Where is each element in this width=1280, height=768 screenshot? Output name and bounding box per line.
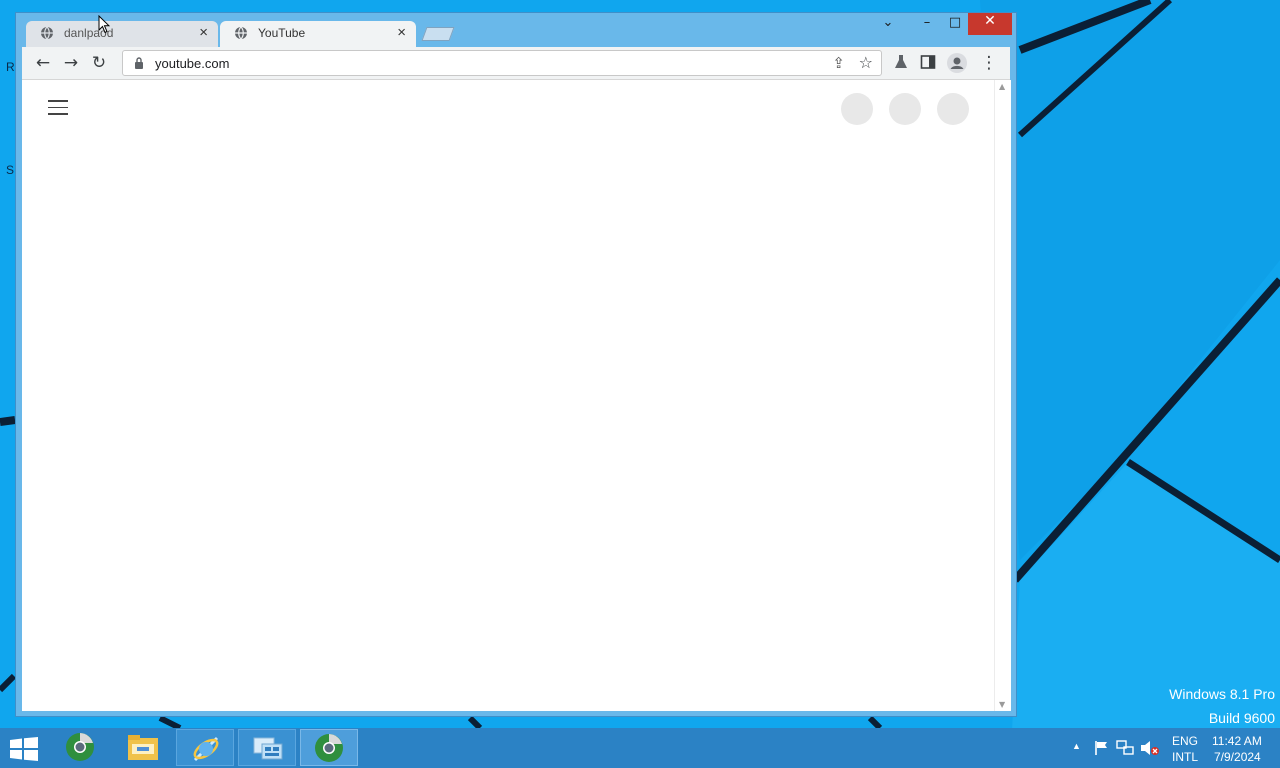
share-icon[interactable]: ⇪ (832, 54, 845, 72)
maximize-button[interactable]: □ (941, 15, 969, 35)
flask-icon[interactable] (892, 53, 910, 71)
taskbar: ▲ ENG INTL 11:42 AM 7/9/2024 (0, 728, 1280, 768)
back-button[interactable]: ← (32, 52, 54, 74)
scroll-down-arrow-icon[interactable]: ▼ (999, 700, 1005, 709)
mouse-cursor-icon (98, 15, 110, 34)
clock-time[interactable]: 11:42 AM (1212, 734, 1262, 748)
loading-placeholder (841, 93, 873, 125)
globe-icon (41, 26, 53, 40)
forward-button[interactable]: → (60, 52, 82, 74)
tab-close-icon[interactable]: × (199, 24, 208, 41)
taskbar-network-settings[interactable] (238, 729, 296, 766)
keyboard-layout-indicator[interactable]: INTL (1172, 750, 1198, 764)
loading-placeholder (937, 93, 969, 125)
tab-label: YouTube (258, 26, 306, 40)
side-panel-icon[interactable] (920, 54, 936, 70)
url-text[interactable]: youtube.com (155, 56, 229, 71)
browser-menu-button[interactable]: ⋮ (978, 52, 1000, 74)
chrome-canary-icon (315, 734, 343, 762)
file-explorer-icon (128, 735, 158, 760)
volume-muted-icon[interactable] (1140, 739, 1160, 757)
new-tab-button[interactable] (421, 27, 455, 41)
language-indicator[interactable]: ENG (1172, 734, 1198, 748)
chrome-icon (66, 733, 94, 761)
taskbar-file-explorer[interactable] (114, 729, 172, 766)
windows-watermark-build: Build 9600 (1208, 710, 1275, 726)
network-settings-icon (253, 737, 283, 760)
tab-youtube[interactable]: YouTube × (220, 21, 416, 47)
vertical-scrollbar[interactable]: ▲ ▼ (994, 80, 1011, 711)
close-window-button[interactable]: ✕ (968, 13, 1012, 35)
address-bar[interactable]: youtube.com ⇪ ☆ (122, 50, 882, 76)
tab-close-icon[interactable]: × (397, 24, 406, 41)
desktop-icon-label-r[interactable]: R (6, 60, 15, 74)
tab-search-chevron-icon[interactable]: ⌄ (878, 15, 898, 35)
menu-icon[interactable] (48, 100, 68, 116)
browser-toolbar: ← → ↻ youtube.com ⇪ ☆ ⋮ (22, 47, 1010, 80)
network-icon[interactable] (1116, 739, 1134, 757)
taskbar-internet-explorer[interactable] (176, 729, 234, 766)
show-hidden-icons-icon[interactable]: ▲ (1072, 741, 1081, 751)
profile-icon[interactable] (946, 52, 968, 74)
lock-icon (135, 57, 143, 69)
taskbar-chrome[interactable] (52, 729, 110, 766)
start-button[interactable] (10, 737, 38, 761)
action-center-flag-icon[interactable] (1094, 740, 1110, 756)
desktop-icon-label-s[interactable]: S (6, 163, 14, 177)
minimize-button[interactable]: – (913, 15, 941, 35)
globe-icon (235, 26, 247, 40)
tab-danlpaod[interactable]: danlpaod × (26, 21, 218, 47)
loading-placeholder (889, 93, 921, 125)
star-icon[interactable]: ☆ (859, 53, 873, 72)
scroll-up-arrow-icon[interactable]: ▲ (999, 82, 1005, 91)
reload-button[interactable]: ↻ (88, 52, 110, 74)
taskbar-chrome-canary[interactable] (300, 729, 358, 766)
browser-window: danlpaod × YouTube × ⌄ – □ ✕ ← → ↻ youtu… (15, 12, 1017, 717)
page-content (22, 80, 994, 711)
windows-watermark-edition: Windows 8.1 Pro (1169, 686, 1275, 702)
clock-date[interactable]: 7/9/2024 (1214, 750, 1261, 764)
internet-explorer-icon (193, 736, 219, 762)
